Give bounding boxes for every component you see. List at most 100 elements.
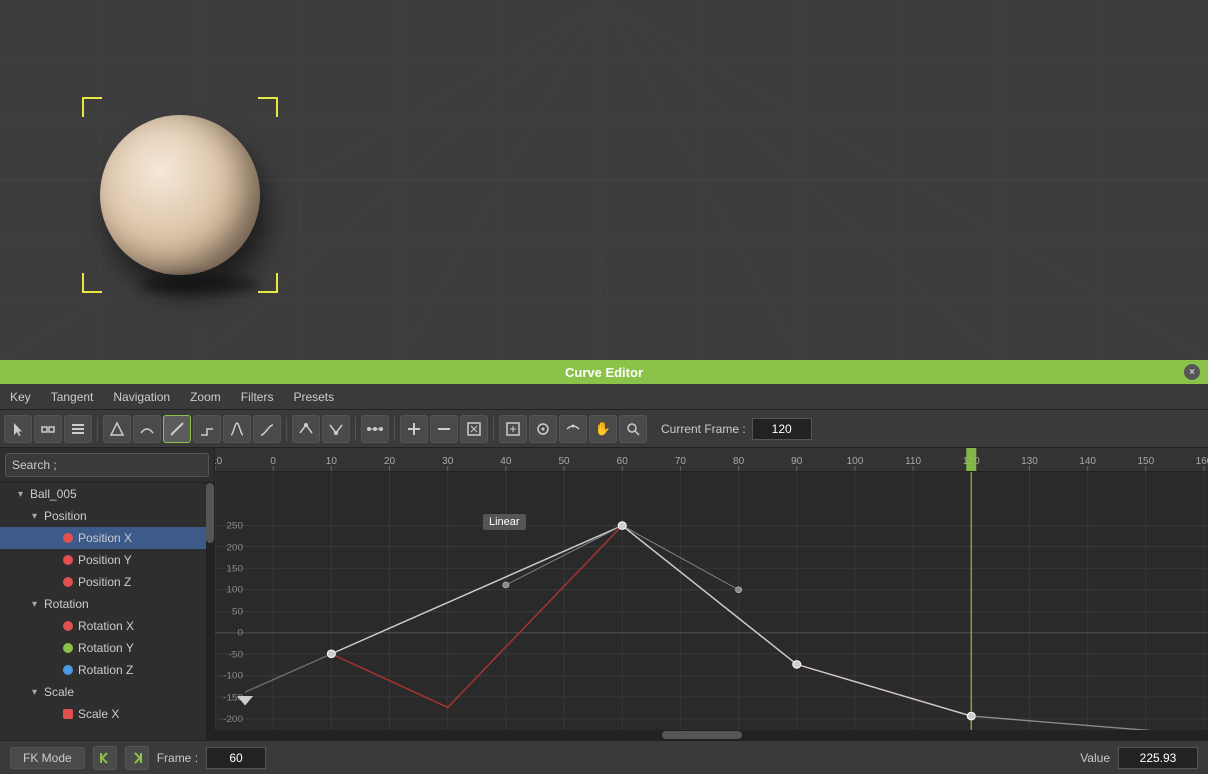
key-type-flat-button[interactable] <box>253 415 281 443</box>
tree-panel: ▾ Ball_005 ▾ Position Position X <box>0 483 214 740</box>
search-input[interactable] <box>5 453 209 477</box>
left-panel: ▾ Ball_005 ▾ Position Position X <box>0 448 215 740</box>
tree-item-ball[interactable]: ▾ Ball_005 <box>0 483 214 505</box>
close-button[interactable]: × <box>1184 364 1200 380</box>
tree-item-rot-z[interactable]: Rotation Z <box>0 659 214 681</box>
frame-input[interactable] <box>206 747 266 769</box>
tree-arrow-scale: ▾ <box>32 687 44 698</box>
left-scrollbar[interactable] <box>206 483 214 740</box>
tree-item-scale-x[interactable]: Scale X <box>0 703 214 725</box>
svg-text:80: 80 <box>733 456 745 467</box>
ball-mesh <box>100 115 260 275</box>
add-key-button[interactable] <box>400 415 428 443</box>
select-tool-button[interactable] <box>4 415 32 443</box>
key-type-stepped-button[interactable] <box>193 415 221 443</box>
tree-item-rot-y[interactable]: Rotation Y <box>0 637 214 659</box>
tangent-type-button[interactable] <box>559 415 587 443</box>
hand-tool-button[interactable]: ✋ <box>589 415 617 443</box>
svg-text:30: 30 <box>442 456 454 467</box>
toolbar-separator-3 <box>355 417 356 441</box>
svg-text:70: 70 <box>675 456 687 467</box>
frame-nav-prev[interactable] <box>93 746 117 770</box>
tree-item-scale[interactable]: ▾ Scale <box>0 681 214 703</box>
tree-label-scale: Scale <box>44 685 74 699</box>
tree-label-rotation: Rotation <box>44 597 89 611</box>
tangent-button-2[interactable] <box>322 415 350 443</box>
pivot-button[interactable] <box>34 415 62 443</box>
menu-tangent[interactable]: Tangent <box>41 386 104 408</box>
menu-navigation[interactable]: Navigation <box>103 386 180 408</box>
tree-label-pos-z: Position Z <box>78 575 131 589</box>
value-input[interactable] <box>1118 747 1198 769</box>
frame-nav-next[interactable] <box>125 746 149 770</box>
toolbar: ✋ Current Frame : <box>0 410 1208 448</box>
frame-label: Frame : <box>157 751 198 765</box>
tree-item-rot-x[interactable]: Rotation X <box>0 615 214 637</box>
current-frame-input[interactable] <box>752 418 812 440</box>
curve-canvas-wrapper: 250 200 150 100 50 0 -50 -100 -150 -200 <box>215 472 1208 740</box>
tree-label-pos-x: Position X <box>78 531 132 545</box>
key-type-button-2[interactable] <box>133 415 161 443</box>
curve-area[interactable]: -10 0 10 20 30 40 50 60 70 80 90 100 110… <box>215 448 1208 740</box>
svg-text:100: 100 <box>226 585 243 596</box>
toolbar-separator-5 <box>493 417 494 441</box>
key-type-smooth-button[interactable] <box>223 415 251 443</box>
layers-button[interactable] <box>64 415 92 443</box>
key-flow-button[interactable] <box>361 415 389 443</box>
tree-label-rot-x: Rotation X <box>78 619 134 633</box>
3d-viewport <box>0 0 1208 360</box>
toolbar-separator-4 <box>394 417 395 441</box>
menu-key[interactable]: Key <box>0 386 41 408</box>
snap-button[interactable] <box>529 415 557 443</box>
tree-item-rotation[interactable]: ▾ Rotation <box>0 593 214 615</box>
svg-text:50: 50 <box>558 456 570 467</box>
fk-mode-button[interactable]: FK Mode <box>10 747 85 769</box>
horizontal-scrollbar[interactable] <box>215 730 1208 740</box>
key-type-button-1[interactable] <box>103 415 131 443</box>
scrollbar-thumb[interactable] <box>662 731 742 739</box>
svg-text:130: 130 <box>1021 456 1038 467</box>
svg-text:50: 50 <box>232 607 244 618</box>
svg-text:20: 20 <box>384 456 396 467</box>
zoom-fit-button[interactable] <box>499 415 527 443</box>
svg-text:0: 0 <box>238 628 244 639</box>
key-type-linear-button[interactable] <box>163 415 191 443</box>
left-scroll-thumb[interactable] <box>206 483 214 543</box>
tree-item-pos-y[interactable]: Position Y <box>0 549 214 571</box>
sphere-object[interactable] <box>100 115 260 275</box>
time-ruler: -10 0 10 20 30 40 50 60 70 80 90 100 110… <box>215 448 1208 472</box>
tree-label-rot-y: Rotation Y <box>78 641 134 655</box>
zoom-tool-button[interactable] <box>619 415 647 443</box>
tree-arrow-ball: ▾ <box>18 489 30 500</box>
editor-body: ▾ Ball_005 ▾ Position Position X <box>0 448 1208 740</box>
menu-zoom[interactable]: Zoom <box>180 386 231 408</box>
curve-svg: 250 200 150 100 50 0 -50 -100 -150 -200 <box>215 472 1208 740</box>
pos-x-icon <box>63 533 73 543</box>
svg-text:160: 160 <box>1196 456 1208 467</box>
svg-text:-100: -100 <box>223 671 244 682</box>
tree-arrow-rotation: ▾ <box>32 599 44 610</box>
curve-editor-panel: Curve Editor × Key Tangent Navigation Zo… <box>0 360 1208 774</box>
svg-text:100: 100 <box>847 456 864 467</box>
svg-text:0: 0 <box>270 456 276 467</box>
svg-text:90: 90 <box>791 456 803 467</box>
filter-button[interactable] <box>460 415 488 443</box>
tree-label-rot-z: Rotation Z <box>78 663 133 677</box>
menu-filters[interactable]: Filters <box>231 386 284 408</box>
current-frame-label: Current Frame : <box>661 422 746 436</box>
rot-z-icon <box>63 665 73 675</box>
tree-item-pos-z[interactable]: Position Z <box>0 571 214 593</box>
tree-item-pos-x[interactable]: Position X <box>0 527 214 549</box>
tangent-button-1[interactable] <box>292 415 320 443</box>
pos-y-icon <box>63 555 73 565</box>
menu-presets[interactable]: Presets <box>283 386 344 408</box>
svg-text:150: 150 <box>226 564 243 575</box>
tree-label-ball: Ball_005 <box>30 487 77 501</box>
tree-item-position[interactable]: ▾ Position <box>0 505 214 527</box>
svg-text:140: 140 <box>1079 456 1096 467</box>
toolbar-separator-1 <box>97 417 98 441</box>
svg-text:200: 200 <box>226 543 243 554</box>
remove-key-button[interactable] <box>430 415 458 443</box>
menu-bar: Key Tangent Navigation Zoom Filters Pres… <box>0 384 1208 410</box>
scale-x-icon <box>63 709 73 719</box>
